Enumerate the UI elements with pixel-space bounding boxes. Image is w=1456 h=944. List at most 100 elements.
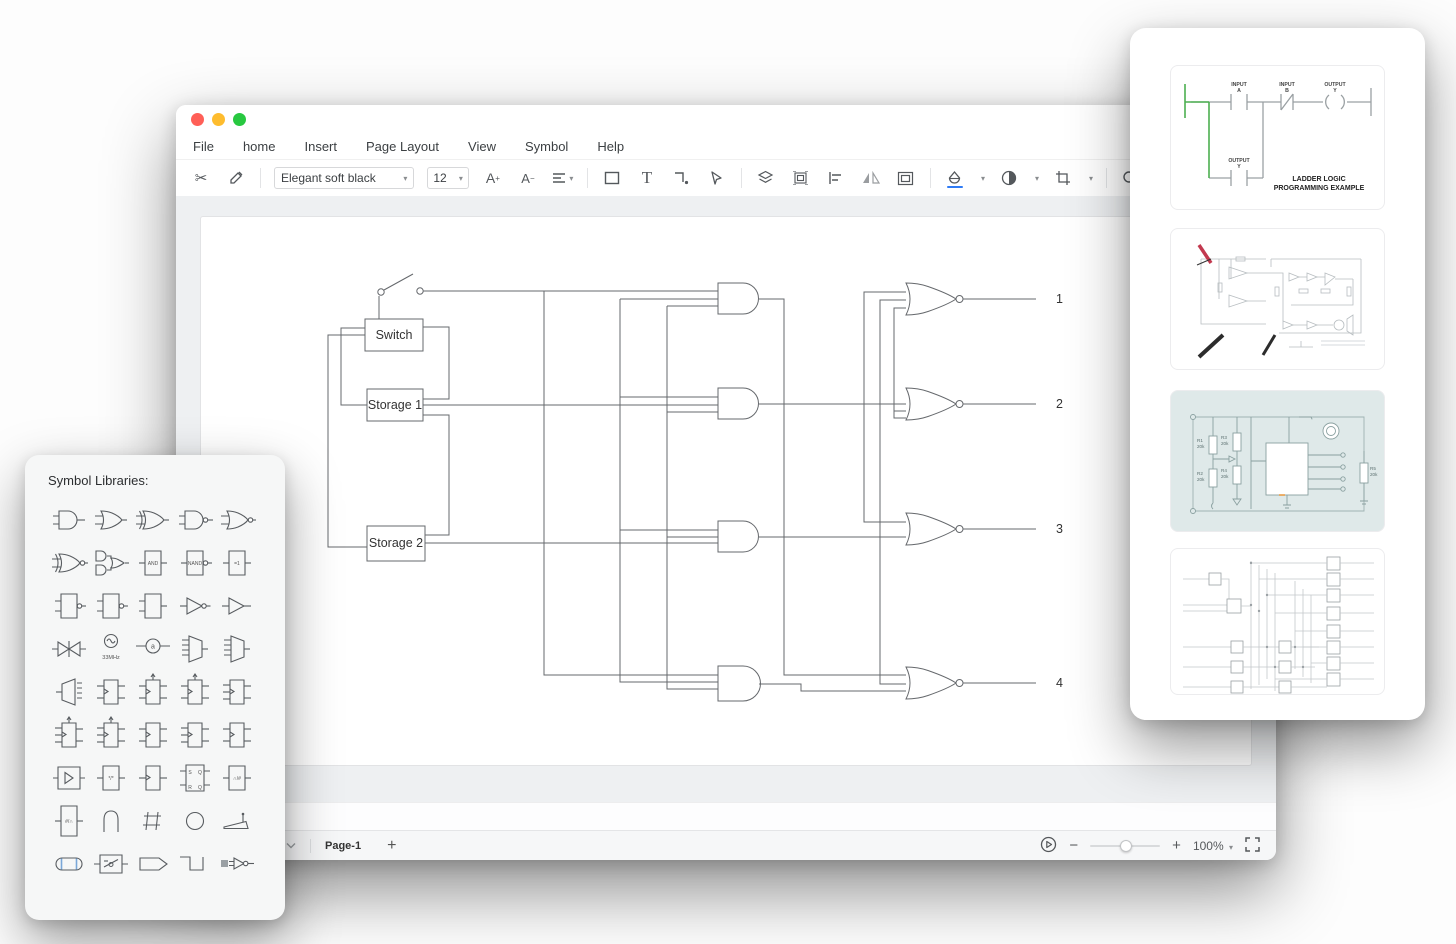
or-gate-symbol[interactable] [90, 498, 132, 541]
menu-help[interactable]: Help [597, 139, 624, 154]
shape-style-icon[interactable] [998, 167, 1020, 189]
connector-tool-icon[interactable] [671, 167, 693, 189]
mult-div-block-symbol[interactable]: */* [90, 756, 132, 799]
inverter-buffer-symbol[interactable] [174, 584, 216, 627]
menu-home[interactable]: home [243, 139, 276, 154]
logic-block-3-symbol[interactable] [132, 584, 174, 627]
and-gate-symbol[interactable] [48, 498, 90, 541]
statusbar: Page-1 + − + 100% ▾ [176, 830, 1276, 860]
close-window-button[interactable] [191, 112, 204, 126]
format-painter-icon[interactable] [225, 167, 247, 189]
decrease-font-icon[interactable]: A − [517, 167, 539, 189]
page-tab[interactable]: Page-1 [325, 840, 361, 852]
rectangle-shape-icon[interactable] [601, 167, 623, 189]
buffer-triangle-symbol[interactable] [216, 584, 258, 627]
and-block-symbol[interactable]: AND [132, 541, 174, 584]
pointer-tool-icon[interactable] [706, 167, 728, 189]
font-size-select[interactable]: 12 ▾ [427, 167, 469, 189]
pages-collapse-chevron-icon[interactable] [286, 840, 296, 852]
group-objects-icon[interactable] [790, 167, 812, 189]
crystal-capsule-symbol[interactable] [48, 842, 90, 885]
output-label-3: 3 [1056, 522, 1063, 536]
template-thumbnail-ladder-logic[interactable]: INPUT A INPUT B OUTPUT Y OUTPUT Y LADDER… [1170, 65, 1385, 210]
frame-fit-icon[interactable] [895, 167, 917, 189]
nor-gate-symbol[interactable] [216, 498, 258, 541]
zoom-slider-knob[interactable] [1119, 839, 1132, 852]
layers-icon[interactable] [755, 167, 777, 189]
nand-gate-symbol[interactable] [174, 498, 216, 541]
register-2-symbol[interactable] [174, 713, 216, 756]
register-1-symbol[interactable] [132, 713, 174, 756]
logic-block-eq1-symbol[interactable]: =1 [216, 541, 258, 584]
horizontal-scrollbar[interactable] [176, 802, 1276, 830]
menu-page-layout[interactable]: Page Layout [366, 139, 439, 154]
menu-insert[interactable]: Insert [304, 139, 337, 154]
align-objects-icon[interactable] [825, 167, 847, 189]
menubar: File home Insert Page Layout View Symbol… [176, 133, 1276, 159]
circle-symbol-symbol[interactable] [174, 799, 216, 842]
drawing-canvas[interactable]: Switch Storage 1 Storage 2 1 2 3 4 [176, 196, 1276, 766]
xor-gate-symbol[interactable] [132, 498, 174, 541]
multiplexer-2-symbol[interactable] [216, 627, 258, 670]
function-block-symbol[interactable] [132, 756, 174, 799]
increase-font-icon[interactable]: A + [482, 167, 504, 189]
menu-file[interactable]: File [193, 139, 214, 154]
multiplexer-1-symbol[interactable] [174, 627, 216, 670]
template-thumbnail-analog-circuit[interactable] [1170, 228, 1385, 370]
zoom-in-button[interactable]: + [1172, 837, 1181, 854]
gate-combination-symbol[interactable] [90, 541, 132, 584]
zoom-slider[interactable] [1090, 839, 1161, 852]
nand-block-symbol[interactable]: NAND [174, 541, 216, 584]
logic-block-2-symbol[interactable] [90, 584, 132, 627]
zoom-out-button[interactable]: − [1069, 837, 1078, 854]
svg-text:R: R [188, 785, 192, 791]
multiplexer-left-symbol[interactable] [48, 670, 90, 713]
labeled-buffer-symbol[interactable] [216, 842, 258, 885]
minimize-window-button[interactable] [212, 112, 225, 126]
fullscreen-icon[interactable] [1245, 836, 1260, 855]
counter-1-symbol[interactable] [48, 713, 90, 756]
hash-symbol-symbol[interactable] [132, 799, 174, 842]
storage2-box-label[interactable]: Storage 2 [369, 536, 423, 550]
font-family-select[interactable]: Elegant soft black ▾ [274, 167, 415, 189]
oscillator-33mhz-symbol[interactable]: 33MHz [90, 627, 132, 670]
svg-text:B: B [1285, 88, 1289, 94]
sr-flipflop-symbol[interactable]: SQRQ [174, 756, 216, 799]
svg-text:a: a [151, 643, 155, 650]
crop-icon[interactable] [1052, 167, 1074, 189]
flipflop-1-symbol[interactable] [90, 670, 132, 713]
presentation-mode-icon[interactable] [1040, 836, 1057, 856]
text-align-dropdown[interactable]: ▾ [552, 167, 574, 189]
counter-2-symbol[interactable] [90, 713, 132, 756]
template-thumbnail-logic-network[interactable] [1170, 548, 1385, 695]
register-3-symbol[interactable] [216, 713, 258, 756]
switch-box-label[interactable]: Switch [376, 328, 413, 342]
flipflop-2-symbol[interactable] [132, 670, 174, 713]
wedge-symbol-symbol[interactable] [216, 799, 258, 842]
step-waveform-symbol[interactable] [174, 842, 216, 885]
hash-pulse-block-symbol[interactable]: #/∩ [48, 799, 90, 842]
flip-mirror-icon[interactable] [860, 167, 882, 189]
relay-switch-block-symbol[interactable] [90, 842, 132, 885]
storage1-box-label[interactable]: Storage 1 [368, 398, 422, 412]
document-page[interactable]: Switch Storage 1 Storage 2 1 2 3 4 [200, 216, 1252, 766]
template-thumbnail-ic-circuit[interactable]: R1 20k R3 20k R2 20k R4 20k R5 20k [1170, 390, 1385, 532]
cut-icon[interactable]: ✂ [190, 167, 212, 189]
logic-block-1-symbol[interactable] [48, 584, 90, 627]
fill-color-icon[interactable] [944, 167, 966, 189]
maximize-window-button[interactable] [233, 112, 246, 126]
menu-symbol[interactable]: Symbol [525, 139, 568, 154]
crystal-bowtie-symbol[interactable] [48, 627, 90, 670]
flipflop-4-symbol[interactable] [216, 670, 258, 713]
flipflop-3-symbol[interactable] [174, 670, 216, 713]
tag-pointer-symbol[interactable] [132, 842, 174, 885]
add-page-button[interactable]: + [387, 837, 396, 855]
menu-view[interactable]: View [468, 139, 496, 154]
xnor-gate-symbol[interactable] [48, 541, 90, 584]
arch-symbol-symbol[interactable] [90, 799, 132, 842]
text-tool-icon[interactable]: T [636, 167, 658, 189]
pulse-block-symbol[interactable]: ∩/# [216, 756, 258, 799]
inline-meter-symbol[interactable]: a [132, 627, 174, 670]
buffer-block-symbol[interactable] [48, 756, 90, 799]
zoom-level-select[interactable]: 100% ▾ [1193, 839, 1233, 853]
